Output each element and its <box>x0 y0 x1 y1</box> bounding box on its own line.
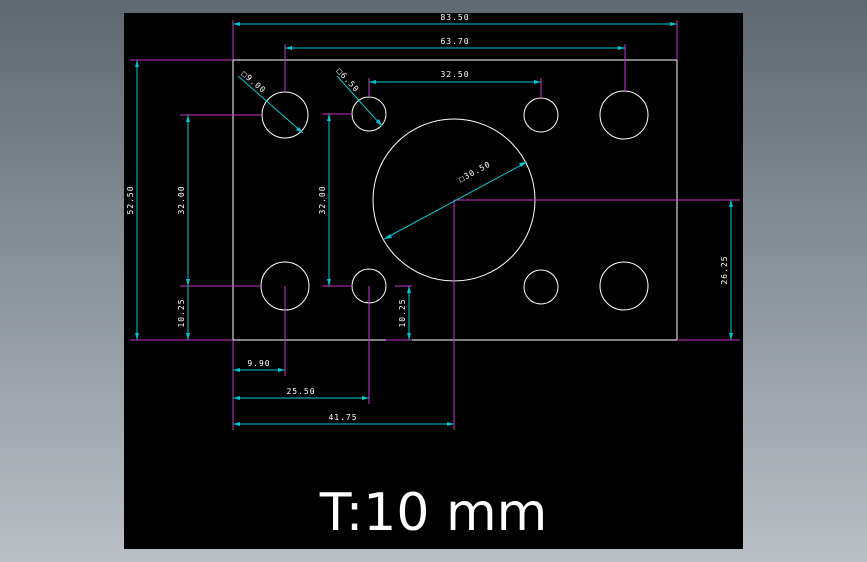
small-hole-top-inner-right <box>523 97 559 133</box>
dim-hole-span-width: 63.70 <box>440 37 469 46</box>
dimension-labels: 83.50 63.70 32.50 52.50 32.00 10.25 32.0… <box>126 13 729 422</box>
dim-left-hole-offset: 9.90 <box>247 359 270 368</box>
drawing-sheet: 83.50 63.70 32.50 52.50 32.00 10.25 32.0… <box>124 13 743 549</box>
dim-center-hole-diameter: □30.50 <box>457 160 492 184</box>
dimension-lines <box>135 22 733 426</box>
dim-left-bottom-offset: 10.25 <box>177 298 186 327</box>
large-hole-top-right <box>599 90 649 140</box>
technical-drawing: 83.50 63.70 32.50 52.50 32.00 10.25 32.0… <box>126 13 740 430</box>
thickness-label: T:10 mm <box>319 483 548 543</box>
dim-center-offset: 41.75 <box>328 413 357 422</box>
dim-inner-bottom-offset: 10.25 <box>398 298 407 327</box>
dim-inner-vertical-pitch: 32.00 <box>318 185 327 214</box>
dim-small-hole-span: 32.50 <box>440 70 469 79</box>
dim-small-hole-diameter: □6.50 <box>335 67 361 95</box>
dim-overall-height: 52.50 <box>126 185 135 214</box>
dim-center-height: 26.25 <box>720 255 729 284</box>
small-hole-top-inner-left <box>351 96 387 132</box>
large-hole-bottom-right <box>599 261 649 311</box>
small-hole-bottom-inner-right <box>523 269 559 305</box>
dim-inner-hole-offset: 25.50 <box>286 387 315 396</box>
dim-overall-width: 83.50 <box>440 13 469 22</box>
dim-large-hole-diameter: □9.00 <box>240 69 268 95</box>
dim-left-vertical-pitch: 32.00 <box>177 185 186 214</box>
